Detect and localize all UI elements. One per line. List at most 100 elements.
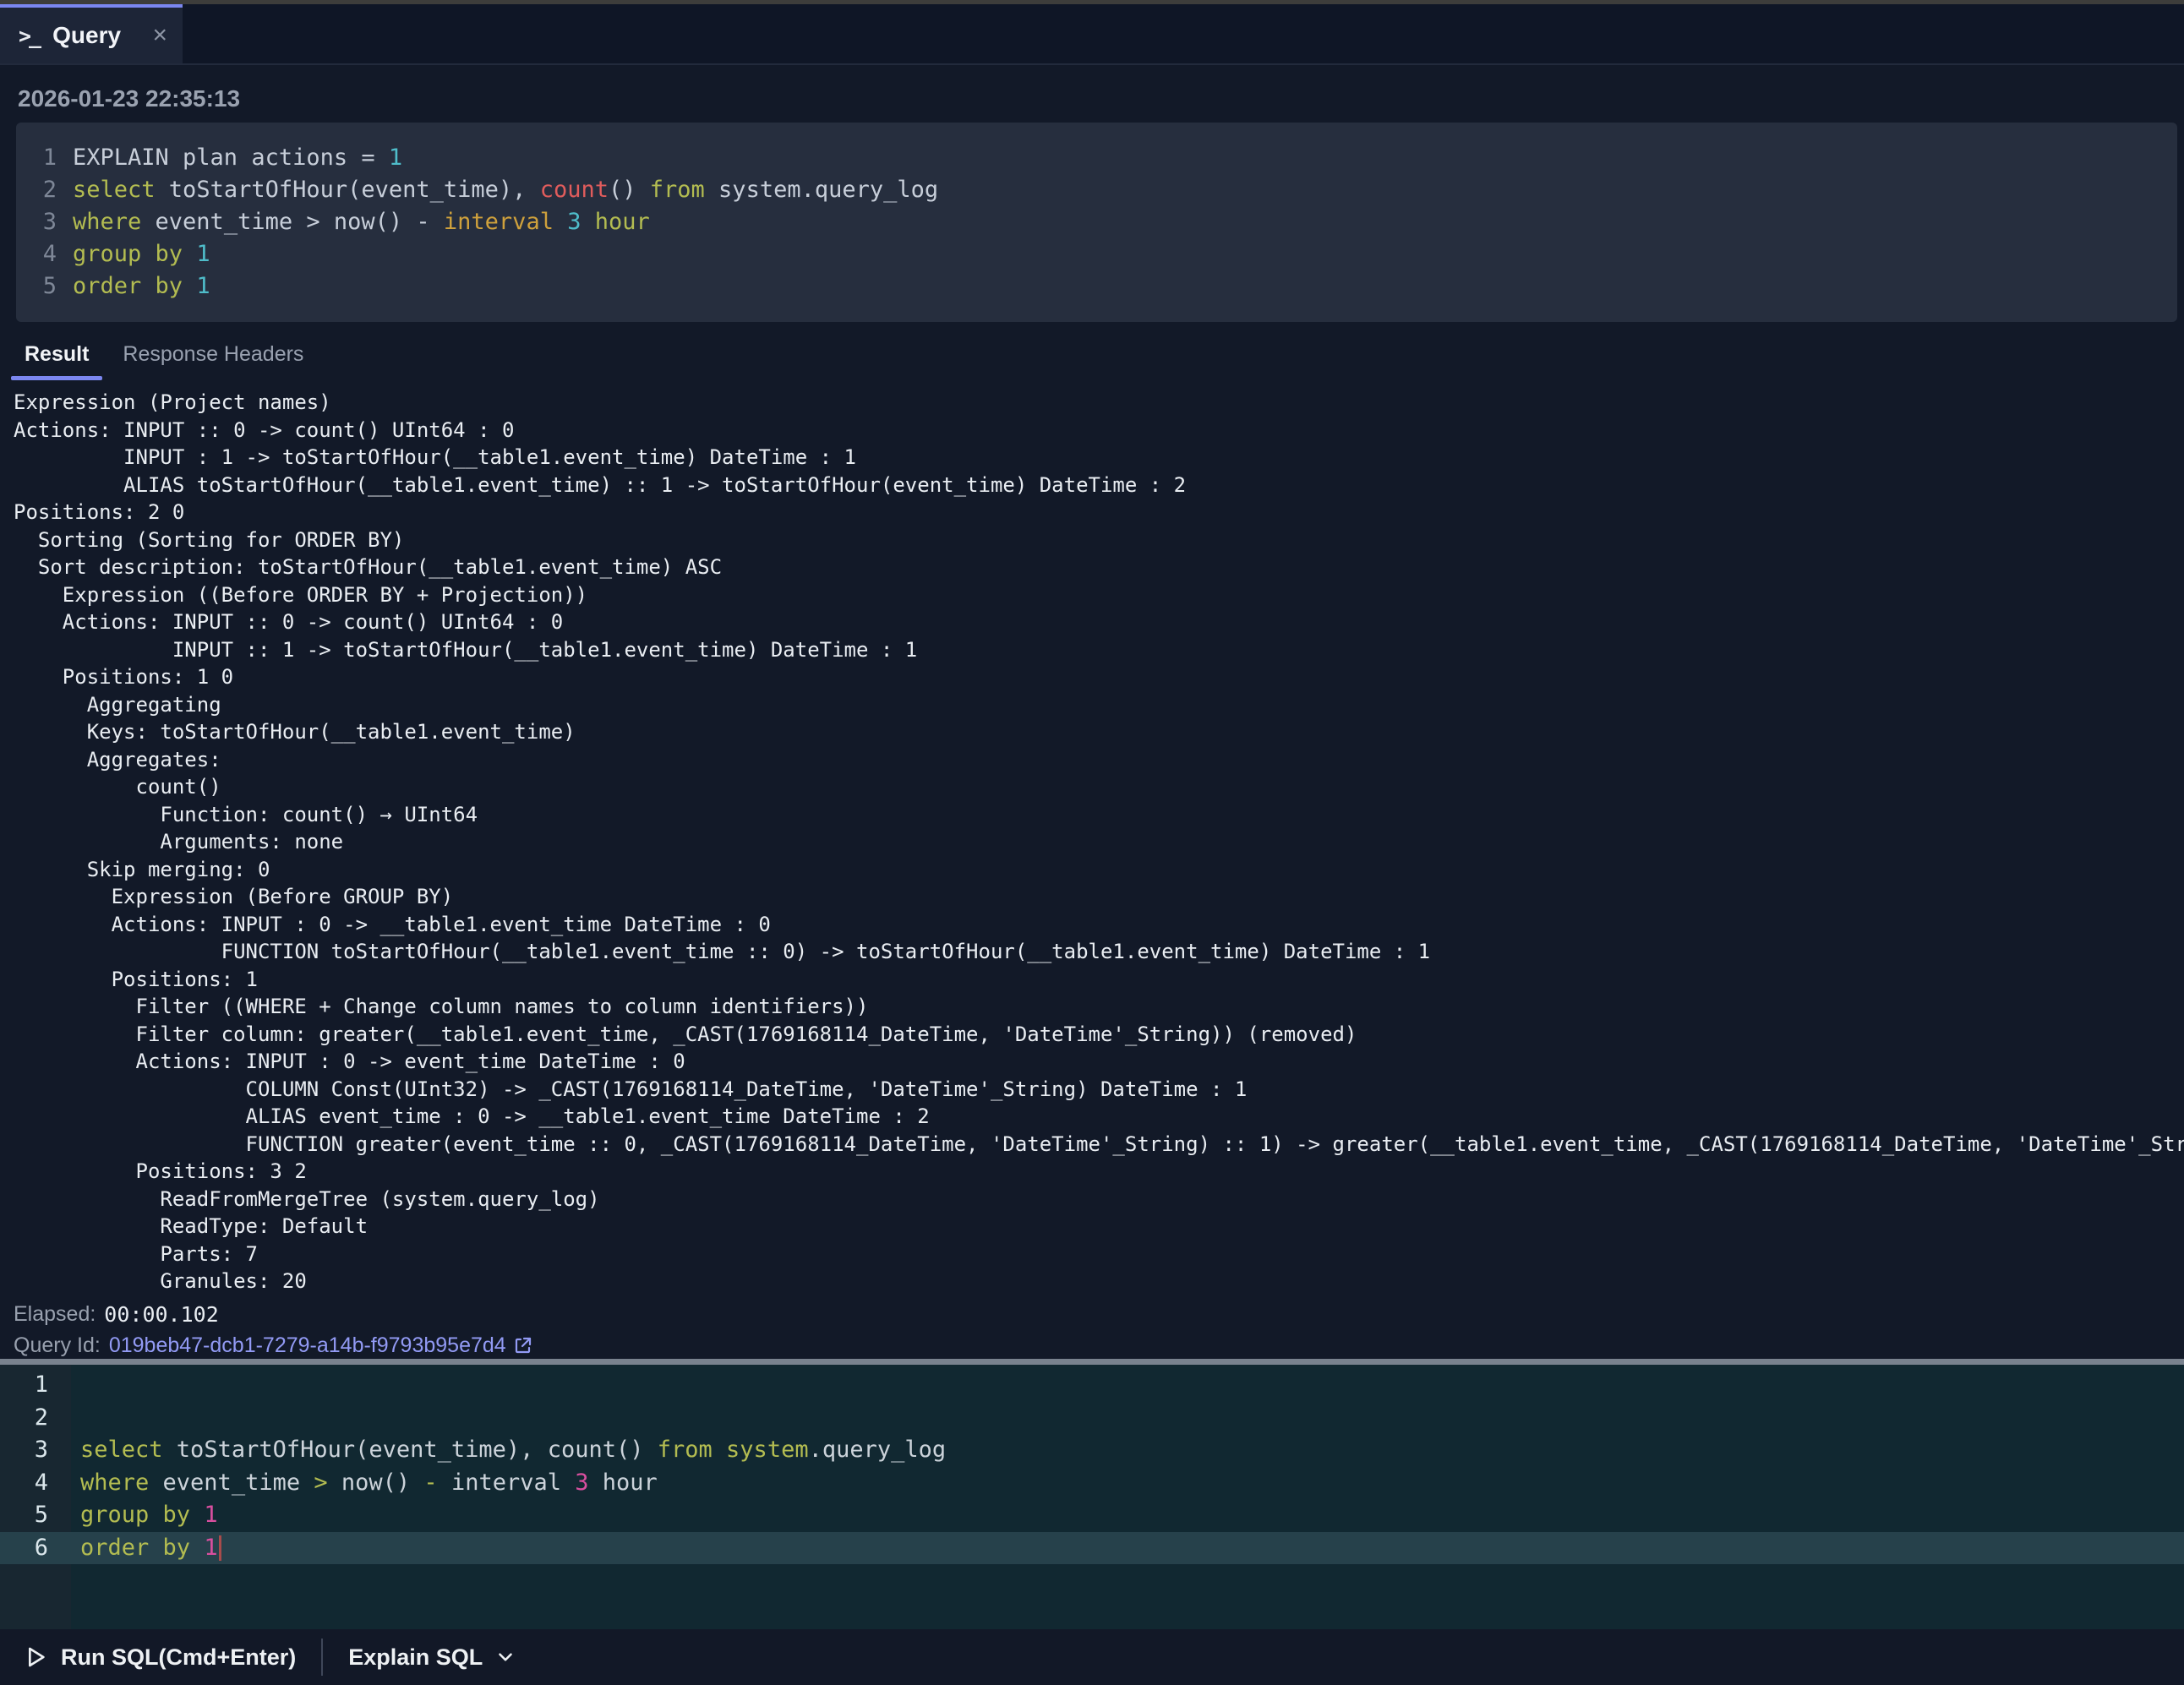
query-console-window: >_ Query × 2026-01-23 22:35:13 1EXPLAIN … [0, 0, 2184, 1685]
line-number: 4 [33, 238, 57, 270]
query-timestamp: 2026-01-23 22:35:13 [18, 85, 2184, 112]
query-id-link[interactable]: 019beb47-dcb1-7279-a14b-f9793b95e7d4 [109, 1333, 533, 1358]
token: EXPLAIN plan actions = [73, 145, 389, 171]
pane-resize-handle[interactable] [0, 1359, 2184, 1365]
line-number: 3 [0, 1434, 71, 1467]
token: select [73, 177, 156, 203]
tab-query-label: Query [52, 22, 139, 49]
tab-response-headers[interactable]: Response Headers [109, 334, 317, 380]
token: group by [73, 241, 183, 267]
token: 1 [389, 145, 402, 171]
token: event_time > now() - [141, 209, 444, 235]
code-line: 2 select toStartOfHour(event_time), count… [33, 174, 2177, 206]
token: interval [438, 1470, 576, 1496]
line-number: 1 [0, 1369, 71, 1402]
line-number: 4 [0, 1467, 71, 1500]
token: from [650, 177, 705, 203]
line-number: 2 [33, 174, 57, 206]
token: 3 [575, 1470, 588, 1496]
explain-sql-label: Explain SQL [348, 1644, 483, 1671]
token: .query_log [809, 1437, 947, 1463]
token [554, 209, 567, 235]
code-text: group by 1 [71, 1499, 2184, 1532]
elapsed-label: Elapsed: [14, 1302, 96, 1327]
code-text: order by 1 [71, 1532, 2184, 1565]
code-line: 4 group by 1 [33, 238, 2177, 270]
close-icon[interactable]: × [152, 23, 167, 48]
main-panel: 2026-01-23 22:35:13 1EXPLAIN plan action… [0, 65, 2184, 1359]
token: system.query_log [705, 177, 938, 203]
result-tabs: Result Response Headers [11, 334, 2184, 380]
token: - [423, 1470, 437, 1496]
token: order by [80, 1535, 190, 1561]
code-text: EXPLAIN plan actions = 1 [73, 142, 402, 174]
code-line: 1EXPLAIN plan actions = 1 [33, 142, 2177, 174]
code-line: 3select toStartOfHour(event_time), count… [0, 1434, 2184, 1467]
token: hour [589, 1470, 658, 1496]
code-line: 1 [0, 1369, 2184, 1402]
line-number: 6 [0, 1532, 71, 1565]
explain-sql-button[interactable]: Explain SQL [348, 1644, 516, 1671]
token [713, 1437, 726, 1463]
code-text [71, 1402, 2184, 1435]
token [190, 1535, 204, 1561]
tab-bar: >_ Query × [0, 4, 2184, 65]
code-text: group by 1 [73, 238, 210, 270]
query-id-label: Query Id: [14, 1333, 101, 1358]
code-text: select toStartOfHour(event_time), count(… [71, 1434, 2184, 1467]
token: interval [444, 209, 554, 235]
token: select [80, 1437, 163, 1463]
line-number: 1 [33, 142, 57, 174]
line-number: 2 [0, 1402, 71, 1435]
play-icon [22, 1644, 49, 1671]
code-text: select toStartOfHour(event_time), count(… [73, 174, 938, 206]
token: > [314, 1470, 327, 1496]
token: hour [595, 209, 650, 235]
token: where [80, 1470, 149, 1496]
code-text: where event_time > now() - interval 3 ho… [71, 1467, 2184, 1500]
line-number: 3 [33, 206, 57, 238]
token: 3 [567, 209, 581, 235]
code-text [71, 1369, 2184, 1402]
code-line: 3where event_time > now() - interval 3 h… [33, 206, 2177, 238]
token: toStartOfHour(event_time), [156, 177, 540, 203]
token [183, 273, 196, 299]
bottom-toolbar: Run SQL(Cmd+Enter) Explain SQL [0, 1629, 2184, 1685]
line-number: 5 [0, 1499, 71, 1532]
token [190, 1502, 204, 1528]
code-line: 4where event_time > now() - interval 3 h… [0, 1467, 2184, 1500]
line-number: 5 [33, 270, 57, 303]
token: toStartOfHour(event_time), count() [163, 1437, 658, 1463]
elapsed-row: Elapsed: 00:00.102 [0, 1302, 2184, 1327]
tab-query[interactable]: >_ Query × [0, 4, 183, 63]
run-sql-button[interactable]: Run SQL(Cmd+Enter) [22, 1644, 296, 1671]
token: 1 [196, 273, 210, 299]
sql-editor[interactable]: 123select toStartOfHour(event_time), cou… [0, 1365, 2184, 1629]
chevron-down-icon [494, 1646, 516, 1668]
executed-sql-preview: 1EXPLAIN plan actions = 12select toStart… [16, 123, 2177, 322]
code-text: order by 1 [73, 270, 210, 303]
token [183, 241, 196, 267]
token: 1 [196, 241, 210, 267]
token: order by [73, 273, 183, 299]
token: system [726, 1437, 809, 1463]
code-line: 2 [0, 1402, 2184, 1435]
external-link-icon [513, 1335, 533, 1355]
run-sql-label: Run SQL(Cmd+Enter) [61, 1644, 296, 1671]
token: () [609, 177, 650, 203]
token: from [658, 1437, 713, 1463]
token: 1 [204, 1502, 217, 1528]
token: where [73, 209, 141, 235]
elapsed-value: 00:00.102 [104, 1302, 218, 1327]
text-cursor [219, 1535, 221, 1561]
token: count [540, 177, 609, 203]
token [581, 209, 594, 235]
toolbar-divider [321, 1639, 323, 1676]
code-line: 6order by 1 [0, 1532, 2184, 1565]
query-id-row: Query Id: 019beb47-dcb1-7279-a14b-f9793b… [0, 1333, 2184, 1358]
query-id-value: 019beb47-dcb1-7279-a14b-f9793b95e7d4 [109, 1333, 506, 1358]
code-text: where event_time > now() - interval 3 ho… [73, 206, 650, 238]
tab-result[interactable]: Result [11, 334, 102, 380]
token: group by [80, 1502, 190, 1528]
token: 1 [204, 1535, 217, 1561]
